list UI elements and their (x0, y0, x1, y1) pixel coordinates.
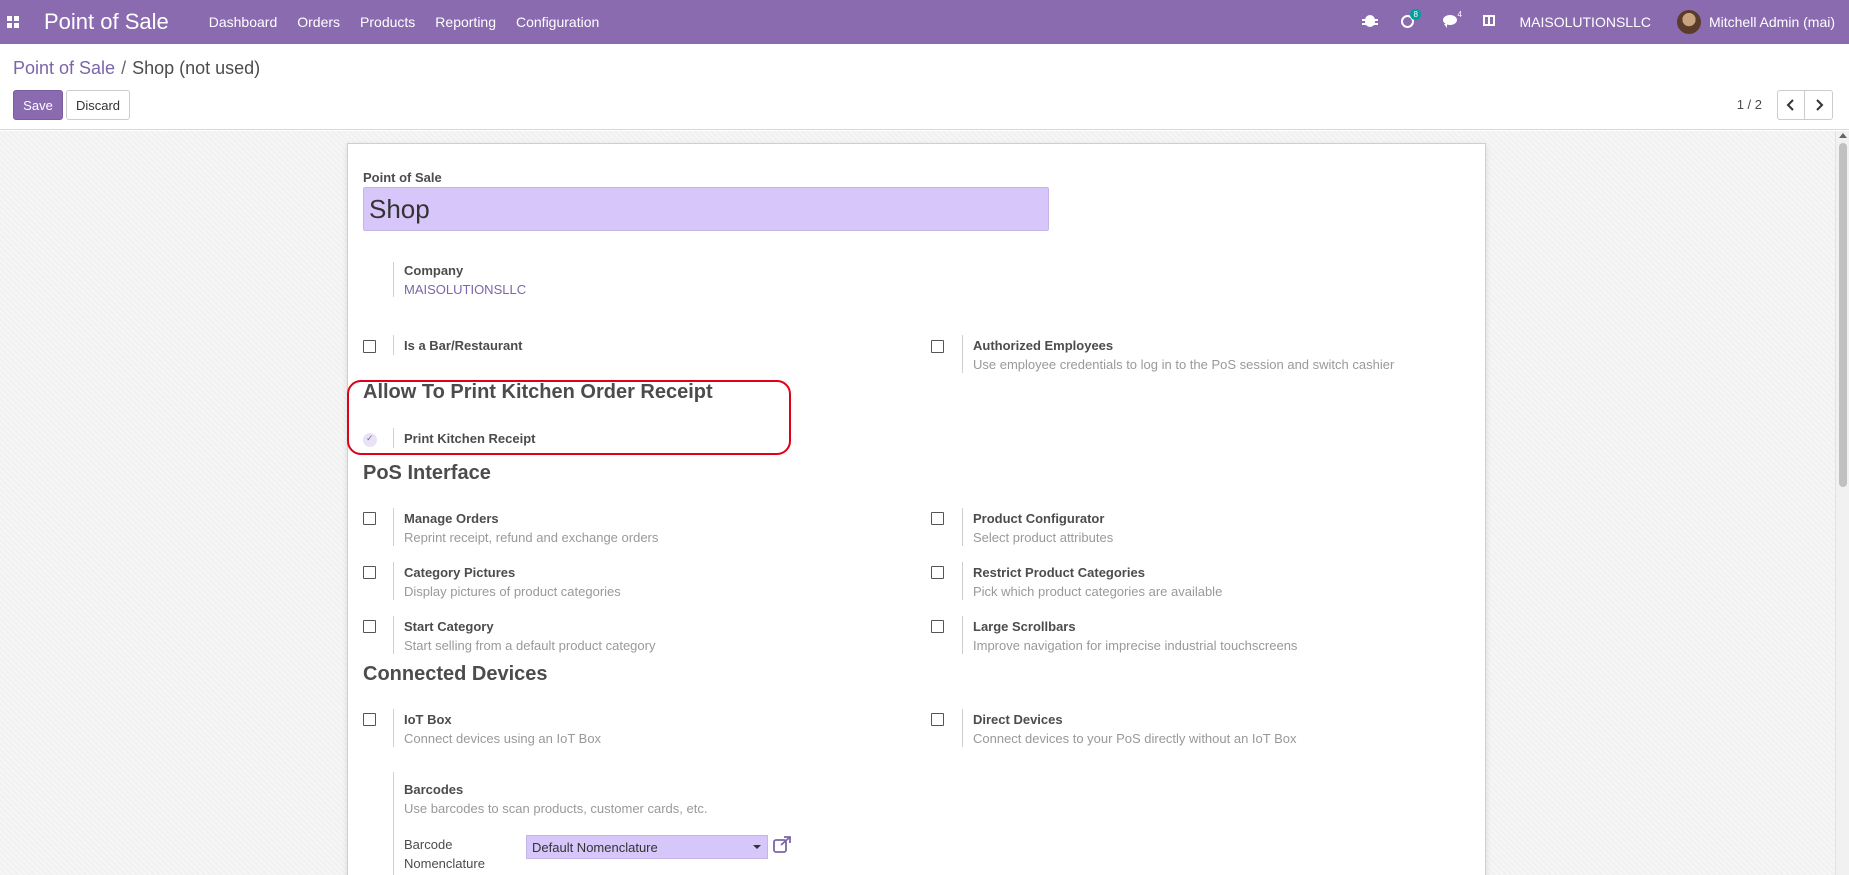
company-label: Company (404, 263, 464, 278)
start-category-checkbox[interactable] (363, 620, 376, 633)
user-menu[interactable]: Mitchell Admin (mai) (1709, 14, 1835, 30)
product-configurator-label: Product Configurator (973, 511, 1105, 526)
breadcrumb-current: Shop (not used) (132, 58, 261, 78)
name-label: Point of Sale (363, 170, 442, 185)
external-link-icon[interactable] (772, 836, 792, 854)
is-bar-checkbox[interactable] (363, 340, 376, 353)
iot-box-checkbox[interactable] (363, 713, 376, 726)
apps-menu-icon[interactable] (0, 0, 26, 44)
pager-next-button[interactable] (1805, 90, 1833, 120)
highlight-annotation (347, 380, 791, 455)
messages-chat-icon[interactable]: 4 (1443, 10, 1462, 29)
direct-devices-desc: Connect devices to your PoS directly wit… (973, 731, 1297, 746)
start-category-label: Start Category (404, 619, 494, 634)
breadcrumb-separator: / (121, 58, 127, 78)
large-scrollbars-label: Large Scrollbars (973, 619, 1076, 634)
menu-dashboard[interactable]: Dashboard (209, 14, 278, 30)
restrict-categories-desc: Pick which product categories are availa… (973, 584, 1223, 599)
menu-reporting[interactable]: Reporting (435, 14, 496, 30)
pager-value[interactable]: 1 / 2 (1737, 97, 1762, 112)
pos-name-input[interactable]: Shop (363, 187, 1049, 231)
iot-box-desc: Connect devices using an IoT Box (404, 731, 602, 746)
scrollbar-thumb[interactable] (1839, 143, 1847, 487)
barcode-nomenclature-label: Barcode (404, 837, 453, 852)
activity-badge: 8 (1410, 9, 1421, 20)
category-pictures-label: Category Pictures (404, 565, 516, 580)
chevron-left-icon (1786, 99, 1794, 111)
pager-previous-button[interactable] (1777, 90, 1805, 120)
barcodes-desc: Use barcodes to scan products, customer … (404, 801, 708, 816)
save-button[interactable]: Save (13, 90, 63, 120)
form-sheet: Point of Sale Shop Company MAISOLUTIONSL… (347, 143, 1486, 875)
avatar[interactable] (1676, 10, 1701, 34)
manage-orders-label: Manage Orders (404, 511, 499, 526)
company-switcher[interactable]: MAISOLUTIONSLLC (1519, 14, 1650, 30)
is-bar-label: Is a Bar/Restaurant (404, 338, 523, 353)
menu-configuration[interactable]: Configuration (516, 14, 599, 30)
authorized-employees-label: Authorized Employees (973, 338, 1114, 353)
large-scrollbars-desc: Improve navigation for imprecise industr… (973, 638, 1298, 653)
messages-badge: 4 (1457, 10, 1462, 19)
dropdown-caret-icon (753, 845, 761, 849)
breadcrumb: Point of Sale / Shop (not used) (13, 58, 260, 79)
top-navbar: Point of Sale Dashboard Orders Products … (0, 0, 1849, 44)
gift-icon[interactable] (1483, 15, 1497, 29)
start-category-desc: Start selling from a default product cat… (404, 638, 656, 653)
product-configurator-desc: Select product attributes (973, 530, 1114, 545)
direct-devices-checkbox[interactable] (931, 713, 944, 726)
barcodes-label: Barcodes (404, 782, 464, 797)
category-pictures-checkbox[interactable] (363, 566, 376, 579)
discard-button[interactable]: Discard (66, 90, 130, 120)
menu-products[interactable]: Products (360, 14, 415, 30)
activity-clock-icon[interactable]: 8 (1401, 9, 1421, 29)
authorized-employees-checkbox[interactable] (931, 340, 944, 353)
manage-orders-checkbox[interactable] (363, 512, 376, 525)
control-panel: Point of Sale / Shop (not used) Save Disca… (0, 44, 1849, 130)
barcode-nomenclature-value: Default Nomenclature (532, 840, 658, 855)
chevron-right-icon (1815, 99, 1823, 111)
vertical-scrollbar[interactable] (1835, 131, 1849, 875)
manage-orders-desc: Reprint receipt, refund and exchange ord… (404, 530, 659, 545)
menu-orders[interactable]: Orders (297, 14, 340, 30)
large-scrollbars-checkbox[interactable] (931, 620, 944, 633)
iot-box-label: IoT Box (404, 712, 452, 727)
connected-devices-section-title: Connected Devices (363, 663, 548, 685)
category-pictures-desc: Display pictures of product categories (404, 584, 621, 599)
restrict-categories-label: Restrict Product Categories (973, 565, 1145, 580)
pos-interface-section-title: PoS Interface (363, 462, 491, 484)
product-configurator-checkbox[interactable] (931, 512, 944, 525)
barcode-nomenclature-label-2: Nomenclature (404, 856, 485, 871)
company-link[interactable]: MAISOLUTIONSLLC (404, 282, 526, 297)
direct-devices-label: Direct Devices (973, 712, 1063, 727)
breadcrumb-parent[interactable]: Point of Sale (13, 58, 115, 78)
debug-bug-icon[interactable] (1362, 15, 1379, 29)
restrict-categories-checkbox[interactable] (931, 566, 944, 579)
app-title[interactable]: Point of Sale (44, 9, 169, 35)
barcode-nomenclature-select[interactable]: Default Nomenclature (526, 835, 768, 859)
authorized-employees-desc: Use employee credentials to log in to th… (973, 357, 1395, 372)
scroll-up-arrow-icon[interactable] (1839, 133, 1847, 138)
